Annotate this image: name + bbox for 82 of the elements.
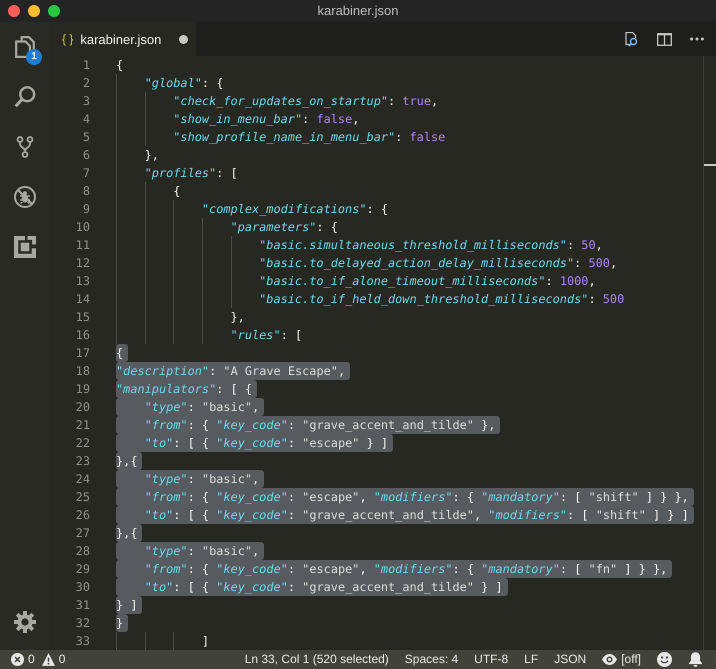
line-number: 32: [74, 615, 90, 632]
code-line: "basic.to_delayed_action_delay_milliseconds": 500,: [259, 255, 618, 272]
code-line: "parameters": {: [230, 219, 338, 236]
code-line: ]: [202, 633, 210, 650]
line-number: 3: [82, 93, 90, 110]
eye-icon: [602, 654, 618, 665]
line-number: 12: [74, 255, 90, 272]
code-line: },: [230, 309, 245, 326]
line-number: 33: [74, 633, 90, 650]
code-line: "show_in_menu_bar": false,: [173, 111, 360, 128]
line-number: 27: [74, 525, 90, 542]
line-number: 9: [82, 201, 90, 218]
no-bug-icon: [14, 186, 36, 208]
code-line: "global": {: [144, 75, 224, 92]
search-icon: [14, 86, 36, 108]
window-title: karabiner.json: [318, 3, 398, 19]
errors-status[interactable]: 0: [11, 652, 35, 667]
close-window-button[interactable]: [8, 5, 20, 17]
zoom-window-button[interactable]: [48, 5, 60, 17]
more-icon: [690, 37, 704, 41]
code-line: "basic.simultaneous_threshold_milliseconds": 50,: [259, 237, 603, 254]
line-number: 23: [74, 453, 90, 470]
warning-icon: [42, 653, 55, 666]
editor-tab[interactable]: { } karabiner.json: [50, 22, 196, 56]
document-search-icon: [624, 32, 638, 46]
code-line: "rules": [: [230, 327, 302, 344]
line-number: 2: [82, 75, 90, 92]
line-number: 11: [74, 237, 90, 254]
line-number: 8: [82, 183, 90, 200]
line-number: 29: [74, 561, 90, 578]
json-file-icon: { }: [62, 32, 74, 46]
branch-icon: [14, 136, 36, 158]
feedback-button[interactable]: [657, 652, 672, 667]
line-number: 1: [82, 57, 90, 74]
minimize-window-button[interactable]: [28, 5, 40, 17]
code-line: "complex_modifications": {: [202, 201, 388, 218]
line-number: 19: [74, 381, 90, 398]
line-number: 30: [74, 579, 90, 596]
line-number: 16: [74, 327, 90, 344]
line-number: 18: [74, 363, 90, 380]
line-number: 13: [74, 273, 90, 290]
line-number: 7: [82, 165, 90, 182]
line-number: 15: [74, 309, 90, 326]
cursor-marker: [704, 164, 716, 166]
line-number: 17: [74, 345, 90, 362]
code-line: "basic.to_if_alone_timeout_milliseconds": 1000,: [259, 273, 596, 290]
line-number: 5: [82, 129, 90, 146]
bell-icon: [688, 652, 703, 667]
status-item[interactable]: Spaces: 4: [404, 652, 458, 667]
line-number: 28: [74, 543, 90, 560]
line-number: 6: [82, 147, 90, 164]
line-number: 20: [74, 399, 90, 416]
code-line: "basic.to_if_held_down_threshold_milliseconds": 500: [259, 291, 624, 308]
eye-status-item[interactable]: [off]: [602, 652, 641, 667]
notification-badge: 1: [26, 49, 42, 65]
error-icon: [11, 653, 24, 666]
status-item[interactable]: Ln 33, Col 1 (520 selected): [244, 652, 389, 667]
line-number: 14: [74, 291, 90, 308]
line-number: 26: [74, 507, 90, 524]
files-icon: [14, 36, 36, 58]
settings-icon: [14, 611, 36, 633]
status-item[interactable]: JSON: [554, 652, 586, 667]
explorer-button[interactable]: 1: [0, 22, 50, 72]
line-number: 22: [74, 435, 90, 452]
code-line: "check_for_updates_on_startup": true,: [173, 93, 438, 110]
split-editor-icon: [656, 32, 672, 46]
line-number: 25: [74, 489, 90, 506]
line-number: 4: [82, 111, 90, 128]
code-line: {: [116, 57, 124, 74]
code-line: "show_profile_name_in_menu_bar": false: [173, 129, 446, 146]
status-item[interactable]: LF: [524, 652, 538, 667]
line-number: 31: [74, 597, 90, 614]
code-line: {: [173, 183, 180, 200]
line-number: 21: [74, 417, 90, 434]
extensions-icon: [14, 236, 36, 258]
status-item[interactable]: UTF-8: [474, 652, 508, 667]
line-number: 10: [74, 219, 90, 236]
code-line: },: [144, 147, 159, 164]
code-line: "profiles": [: [144, 165, 238, 182]
notifications-button[interactable]: [688, 652, 703, 667]
warnings-status[interactable]: 0: [42, 652, 66, 667]
line-number: 24: [74, 471, 90, 488]
